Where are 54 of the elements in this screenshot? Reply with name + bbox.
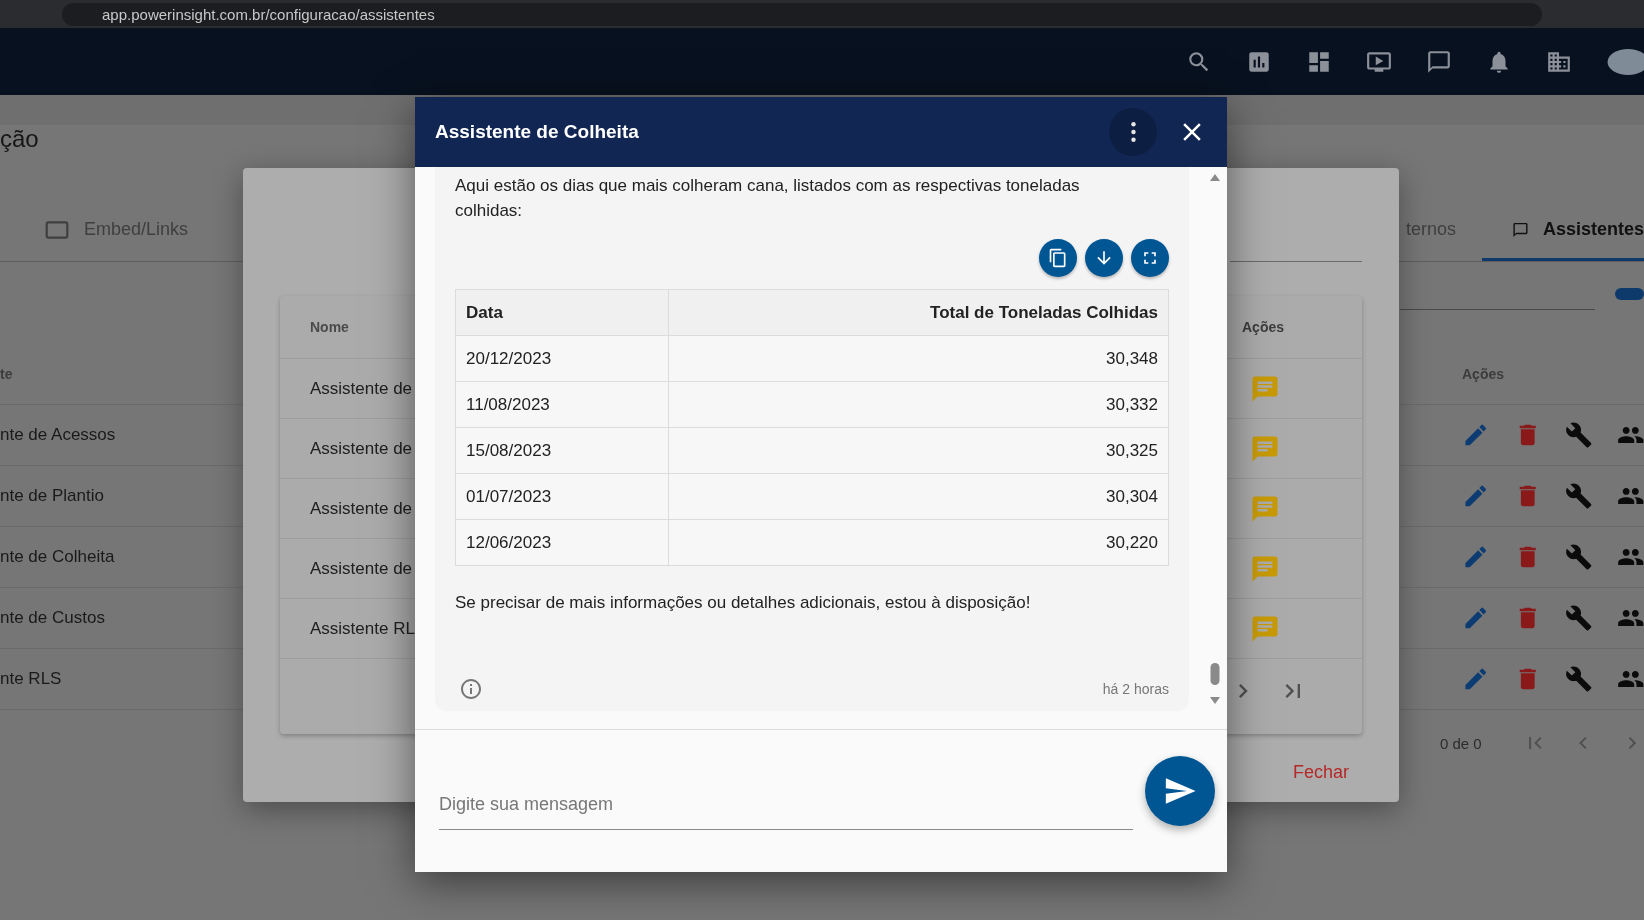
- table-cell: nte de Acessos: [0, 425, 116, 445]
- chat-icon[interactable]: [1426, 48, 1452, 75]
- table-cell: 30,325: [668, 427, 1169, 474]
- wrench-icon[interactable]: [1565, 482, 1593, 510]
- table-cell: nte RLS: [0, 669, 62, 689]
- dialog-title: Assistente de Colheita: [435, 121, 640, 143]
- fullscreen-button[interactable]: [1131, 239, 1169, 277]
- tab[interactable]: ternos: [1406, 201, 1457, 261]
- column-header: Ações: [1242, 319, 1286, 335]
- table-cell: 30,220: [668, 519, 1169, 566]
- table-cell: nte de Colheita: [0, 547, 115, 567]
- send-button[interactable]: [1145, 756, 1215, 826]
- wrench-icon[interactable]: [1565, 543, 1593, 571]
- wrench-icon[interactable]: [1565, 604, 1593, 632]
- table-cell: Assistente de: [310, 438, 413, 459]
- table-cell: nte de Custos: [0, 608, 105, 628]
- column-header: Data: [455, 289, 669, 336]
- address-bar[interactable]: app.powerinsight.com.br/configuracao/assistentes: [62, 2, 1542, 26]
- timestamp: há 2 horas: [1102, 681, 1169, 697]
- wrench-icon[interactable]: [1565, 665, 1593, 693]
- page-count: 0 de 0: [1440, 734, 1483, 752]
- column-header: Nome: [310, 319, 349, 335]
- table-cell: 30,348: [668, 335, 1169, 382]
- table-cell: 20/12/2023: [455, 335, 669, 382]
- toggle-switch[interactable]: [1615, 288, 1644, 300]
- table-cell: 30,332: [668, 381, 1169, 428]
- more-button[interactable]: [1109, 108, 1157, 156]
- table-cell: Assistente de: [310, 498, 413, 519]
- close-button[interactable]: Fechar: [1282, 756, 1359, 789]
- table-cell: 12/06/2023: [455, 519, 669, 566]
- table-cell: 30,304: [668, 473, 1169, 520]
- message-field[interactable]: Digite sua mensagem: [439, 782, 1133, 830]
- column-header: te: [0, 366, 13, 382]
- table-cell: Assistente de: [310, 558, 413, 579]
- download-button[interactable]: [1085, 239, 1123, 277]
- copy-icon: [1048, 248, 1068, 268]
- message-text: Se precisar de mais informações ou detalhes adicionais, estou à disposição!: [455, 592, 1032, 614]
- more-icon: [1130, 122, 1136, 142]
- copy-button[interactable]: [1039, 239, 1077, 277]
- table-cell: Assistente RL: [310, 618, 415, 639]
- column-header: Ações: [1462, 366, 1506, 382]
- tab[interactable]: Embed/Links: [44, 201, 189, 261]
- page-title: ção: [0, 125, 39, 154]
- table-cell: Assistente de: [310, 378, 413, 399]
- message-text: Aqui estão os dias que mais colheram cana, listados com as respectivas toneladas colhidas:: [455, 175, 1081, 222]
- avatar-icon[interactable]: [1606, 47, 1644, 76]
- table-cell: nte de Plantio: [0, 486, 104, 506]
- table-cell: 01/07/2023: [455, 473, 669, 520]
- table-cell: 11/08/2023: [455, 381, 669, 428]
- wrench-icon[interactable]: [1565, 421, 1593, 449]
- tab[interactable]: Assistentes: [1482, 201, 1644, 261]
- table-cell: 15/08/2023: [455, 427, 669, 474]
- info-icon[interactable]: [459, 677, 483, 701]
- column-header: Total de Toneladas Colhidas: [668, 289, 1169, 336]
